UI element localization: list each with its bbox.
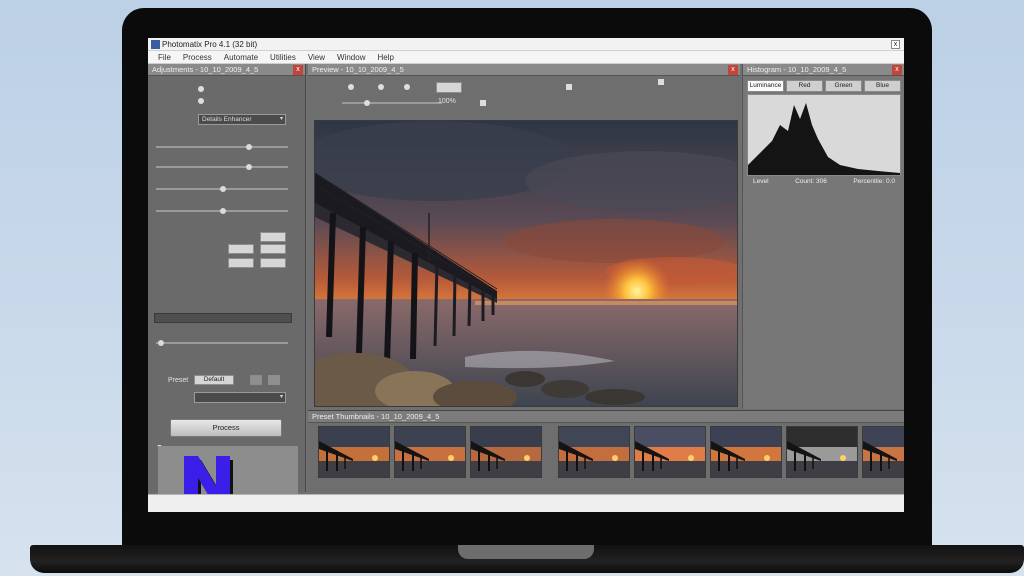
- adjustments-panel-header: Adjustments - 10_10_2009_4_5 x: [148, 64, 305, 76]
- histogram-panel-header: Histogram - 10_10_2009_4_5 x: [743, 64, 904, 76]
- laptop-notch: [458, 545, 594, 559]
- preset-thumbnail[interactable]: [558, 426, 630, 478]
- window-title: Photomatix Pro 4.1 (32 bit): [162, 40, 258, 49]
- size-radio-1[interactable]: [348, 84, 354, 90]
- window-close-button[interactable]: x: [891, 40, 900, 49]
- smoothing-button-1[interactable]: [260, 232, 286, 242]
- menu-utilities[interactable]: Utilities: [270, 51, 296, 63]
- loupe-checkbox[interactable]: [566, 84, 572, 90]
- slider-knob[interactable]: [246, 144, 252, 150]
- preview-panel-header: Preview - 10_10_2009_4_5 x: [308, 64, 740, 76]
- preset-thumbnail[interactable]: [394, 426, 466, 478]
- tab-luminance[interactable]: Luminance: [747, 80, 784, 92]
- histogram-curve: [748, 103, 900, 175]
- zoom-slider[interactable]: [342, 100, 442, 106]
- histogram-graph: [747, 94, 901, 176]
- slider-color-saturation[interactable]: [156, 164, 288, 170]
- style-dropdown[interactable]: Details Enhancer ▾: [198, 114, 286, 125]
- tab-red[interactable]: Red: [786, 80, 823, 92]
- preset-delete-button[interactable]: [268, 375, 280, 385]
- radio-option-1[interactable]: [198, 86, 204, 92]
- style-dropdown-value: Details Enhancer: [202, 116, 252, 123]
- histogram-close-icon[interactable]: x: [892, 65, 902, 75]
- advanced-options-bar[interactable]: [154, 313, 292, 323]
- readout-percentile: Percentile: 0.0: [853, 178, 895, 185]
- pier-sunset-photo: [315, 121, 737, 406]
- readout-level: Level: [753, 178, 769, 185]
- preview-panel: Preview - 10_10_2009_4_5 x 100%: [308, 64, 740, 409]
- preview-toolbar: 100%: [308, 76, 740, 110]
- tab-blue[interactable]: Blue: [864, 80, 901, 92]
- preset-label: Preset: [168, 377, 189, 384]
- histogram-panel: Histogram - 10_10_2009_4_5 x Luminance R…: [742, 64, 904, 409]
- adjustments-close-icon[interactable]: x: [293, 65, 303, 75]
- menu-process[interactable]: Process: [183, 51, 212, 63]
- preset-thumbnail[interactable]: [786, 426, 858, 478]
- histogram-readout: Level Count: 306 Percentile: 0.0: [747, 178, 901, 185]
- smoothing-button-5[interactable]: [260, 258, 286, 268]
- preset-default-button[interactable]: Default: [194, 375, 234, 385]
- dropdown-arrow-icon: ▾: [279, 116, 283, 122]
- tab-green[interactable]: Green: [825, 80, 862, 92]
- zoom-slider-knob[interactable]: [364, 100, 370, 106]
- thumbnails-panel-header: Preset Thumbnails - 10_10_2009_4_5: [308, 411, 904, 423]
- histogram-tabs: Luminance Red Green Blue: [747, 80, 901, 92]
- slider-micro-smoothing[interactable]: [156, 340, 288, 346]
- slider-knob[interactable]: [220, 186, 226, 192]
- histogram-panel-title: Histogram - 10_10_2009_4_5: [747, 65, 847, 74]
- size-radio-3[interactable]: [404, 84, 410, 90]
- preview-close-icon[interactable]: x: [728, 65, 738, 75]
- app-icon: [151, 40, 160, 49]
- dropdown-arrow-icon: ▾: [279, 394, 283, 400]
- smoothing-button-4[interactable]: [228, 258, 254, 268]
- smoothing-button-2[interactable]: [228, 244, 254, 254]
- preset-thumbnail[interactable]: [634, 426, 706, 478]
- show-original-checkbox[interactable]: [658, 79, 664, 85]
- size-radio-2[interactable]: [378, 84, 384, 90]
- process-button[interactable]: Process: [170, 419, 282, 437]
- preset-thumbnail[interactable]: [710, 426, 782, 478]
- slider-knob[interactable]: [220, 208, 226, 214]
- preset-thumbnail[interactable]: [318, 426, 390, 478]
- preset-thumbnail[interactable]: [470, 426, 542, 478]
- slider-knob[interactable]: [158, 340, 164, 346]
- preset-dropdown[interactable]: ▾: [194, 392, 286, 403]
- menu-help[interactable]: Help: [377, 51, 393, 63]
- smoothing-button-3[interactable]: [260, 244, 286, 254]
- preset-thumbnail[interactable]: [862, 426, 904, 478]
- preview-panel-title: Preview - 10_10_2009_4_5: [312, 65, 404, 74]
- status-bar: [148, 494, 904, 512]
- crop-checkbox[interactable]: [480, 100, 486, 106]
- slider-detail-contrast[interactable]: [156, 208, 288, 214]
- slider-knob[interactable]: [246, 164, 252, 170]
- preset-thumbnails-panel: Preset Thumbnails - 10_10_2009_4_5: [308, 410, 904, 492]
- preview-refresh-button[interactable]: [436, 82, 462, 93]
- readout-count: Count: 306: [795, 178, 827, 185]
- adjustments-panel-title: Adjustments - 10_10_2009_4_5: [152, 65, 259, 74]
- thumbnails-panel-title: Preset Thumbnails - 10_10_2009_4_5: [312, 412, 440, 421]
- zoom-value: 100%: [438, 98, 456, 105]
- adjustments-panel: Adjustments - 10_10_2009_4_5 x Details E…: [148, 64, 306, 512]
- menu-bar: File Process Automate Utilities View Win…: [148, 51, 904, 64]
- menu-window[interactable]: Window: [337, 51, 365, 63]
- preview-image[interactable]: [314, 120, 738, 407]
- slider-luminosity[interactable]: [156, 186, 288, 192]
- menu-file[interactable]: File: [158, 51, 171, 63]
- preset-save-button[interactable]: [250, 375, 262, 385]
- radio-option-2[interactable]: [198, 98, 204, 104]
- menu-view[interactable]: View: [308, 51, 325, 63]
- app-screen: Photomatix Pro 4.1 (32 bit) x File Proce…: [148, 38, 904, 512]
- title-bar: Photomatix Pro 4.1 (32 bit) x: [148, 38, 904, 51]
- menu-automate[interactable]: Automate: [224, 51, 258, 63]
- slider-strength[interactable]: [156, 144, 288, 150]
